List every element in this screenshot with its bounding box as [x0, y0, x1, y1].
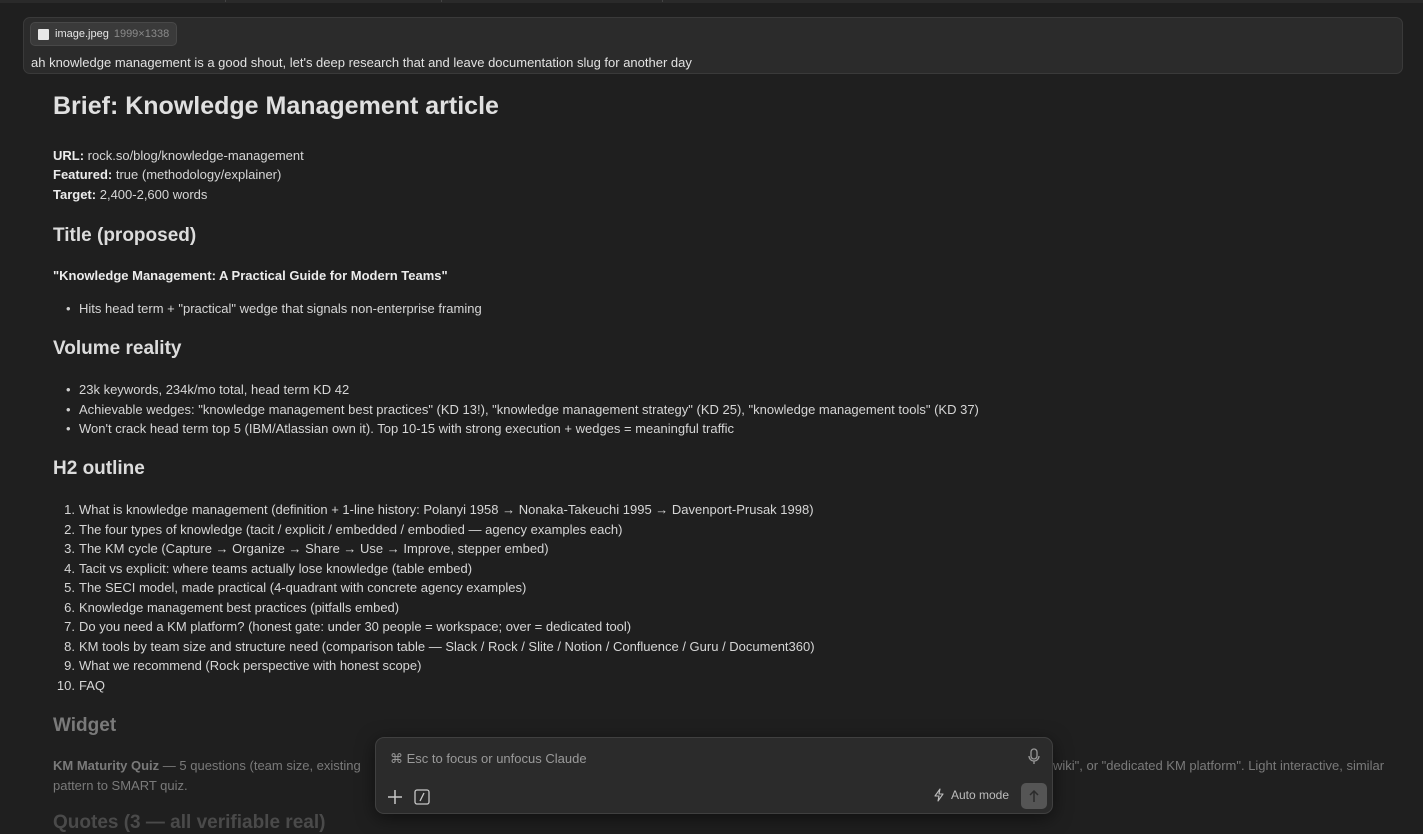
chat-composer[interactable]: ⌘ Esc to focus or unfocus Claude Auto mo…	[375, 737, 1053, 814]
section-heading-quotes: Quotes (3 — all verifiable real)	[53, 812, 326, 833]
section-heading-widget: Widget	[53, 715, 117, 736]
tab-divider	[441, 0, 442, 2]
proposed-title: "Knowledge Management: A Practical Guide…	[53, 268, 448, 283]
section-heading-volume: Volume reality	[53, 338, 182, 359]
meta-target: Target: 2,400-2,600 words	[53, 187, 208, 202]
user-message-text: ah knowledge management is a good shout,…	[31, 55, 692, 70]
slash-command-icon[interactable]	[414, 789, 430, 805]
list-item: 5. The SECI model, made practical (4-quad…	[64, 580, 527, 595]
image-icon	[38, 28, 49, 40]
add-icon[interactable]	[386, 788, 404, 806]
list-item: 7. Do you need a KM platform? (honest gat…	[64, 619, 632, 634]
lightning-icon	[934, 788, 944, 802]
list-item: 23k keywords, 234k/mo total, head term K…	[66, 382, 349, 397]
list-item: 3. The KM cycle (Capture → Organize → Sha…	[64, 541, 549, 556]
list-item: 1. What is knowledge management (definiti…	[64, 502, 814, 517]
top-tab-strip	[0, 0, 1423, 3]
tab-divider	[662, 0, 663, 2]
send-button[interactable]	[1021, 783, 1047, 809]
list-item: 4. Tacit vs explicit: where teams actuall…	[64, 561, 473, 576]
user-message: image.jpeg 1999×1338 ah knowledge manage…	[23, 17, 1403, 74]
list-item: 9. What we recommend (Rock perspective wi…	[64, 658, 422, 673]
auto-mode-toggle[interactable]: Auto mode	[933, 788, 1009, 802]
attachment-dimensions: 1999×1338	[113, 28, 170, 40]
brief-title: Brief: Knowledge Management article	[53, 92, 499, 120]
widget-description-left: KM Maturity Quiz — 5 questions (team siz…	[53, 758, 361, 773]
arrow-up-icon	[1029, 789, 1039, 802]
widget-description-line2: pattern to SMART quiz.	[53, 778, 188, 793]
composer-input[interactable]: ⌘ Esc to focus or unfocus Claude	[390, 751, 587, 767]
image-attachment-chip[interactable]: image.jpeg 1999×1338	[30, 22, 178, 46]
section-heading-outline: H2 outline	[53, 458, 145, 479]
list-item: 8. KM tools by team size and structure ne…	[64, 639, 815, 654]
list-item: 10. FAQ	[56, 678, 106, 693]
tab-divider	[225, 0, 226, 2]
list-item: Hits head term + "practical" wedge that …	[66, 301, 482, 316]
auto-mode-label: Auto mode	[950, 788, 1009, 802]
section-heading-title: Title (proposed)	[53, 225, 197, 246]
meta-featured: Featured: true (methodology/explainer)	[53, 167, 282, 182]
list-item: 2. The four types of knowledge (tacit / e…	[64, 522, 623, 537]
microphone-icon[interactable]	[1026, 748, 1042, 766]
attachment-filename: image.jpeg	[55, 28, 109, 40]
list-item: Achievable wedges: "knowledge management…	[66, 402, 979, 417]
list-item: 6. Knowledge management best practices (p…	[64, 600, 400, 615]
list-item: Won't crack head term top 5 (IBM/Atlassi…	[66, 421, 734, 436]
meta-url: URL: rock.so/blog/knowledge-management	[53, 148, 304, 163]
widget-description-right: wiki", or "dedicated KM platform". Light…	[1053, 758, 1385, 773]
